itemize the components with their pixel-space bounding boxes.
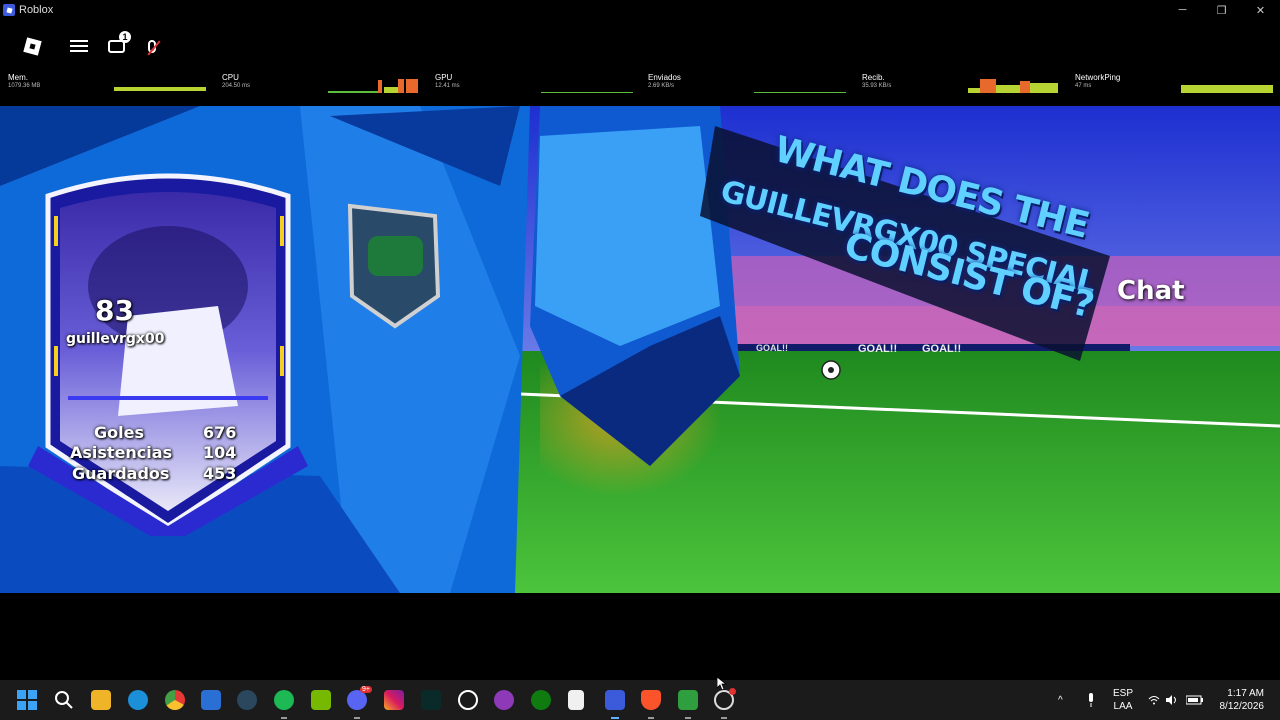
- goal-sign: GOAL!!: [756, 343, 788, 353]
- window-controls: ─ ❐ ✕: [1163, 0, 1280, 20]
- stat-recib[interactable]: Recib. 35.93 KB/s: [862, 73, 1062, 103]
- stat-mem[interactable]: Mem. 204.50 ms 1079.36 MB: [8, 73, 208, 103]
- clock[interactable]: 1:17 AM 8/12/2026: [1216, 687, 1265, 713]
- hamburger-icon: [70, 40, 88, 52]
- ping-graph: [1181, 85, 1273, 93]
- chat-label[interactable]: Chat: [1117, 276, 1185, 306]
- goal-sign: GOAL!!: [922, 343, 962, 355]
- file-explorer-icon[interactable]: [91, 690, 111, 710]
- windows-taskbar: 9+ ^ ESP LAA 1:17 AM 8/12/2026: [0, 680, 1280, 720]
- window-title: Roblox: [19, 4, 54, 16]
- mic-toggle-button[interactable]: [139, 33, 165, 59]
- stat-value-asistencias: 104: [203, 443, 237, 462]
- steam-icon[interactable]: [237, 690, 257, 710]
- app-icon[interactable]: [494, 690, 514, 710]
- search-icon[interactable]: [54, 690, 74, 710]
- running-indicator: [721, 717, 727, 719]
- performance-stats-bar: Mem. 204.50 ms 1079.36 MB CPU 204.50 ms …: [0, 70, 1280, 106]
- roblox-menu-button[interactable]: [19, 33, 45, 59]
- stat-networkping[interactable]: NetworkPing 47 ms: [1075, 73, 1275, 103]
- spotify-icon[interactable]: [274, 690, 294, 710]
- roblox-icon[interactable]: [605, 690, 625, 710]
- language-code: ESP: [1113, 688, 1134, 699]
- discord-badge: 9+: [360, 686, 372, 693]
- terminal-icon[interactable]: [421, 690, 441, 710]
- game-viewport[interactable]: WHAT DOES THE GUILLEVRGX00 SPECIAL CONSI…: [0, 106, 1280, 593]
- running-indicator: [354, 717, 360, 719]
- roblox-logo-icon: [22, 36, 42, 56]
- nvidia-icon[interactable]: [311, 690, 331, 710]
- mouse-cursor: [717, 677, 727, 691]
- window-titlebar: Roblox ─ ❐ ✕: [0, 0, 1280, 20]
- stat-label-asistencias: Asistencias: [70, 443, 173, 462]
- wifi-icon[interactable]: [1148, 680, 1160, 720]
- goal-sign: GOAL!!: [858, 343, 898, 355]
- game-icon[interactable]: [678, 690, 698, 710]
- steelseries-icon[interactable]: [458, 690, 478, 710]
- maximize-button[interactable]: ❐: [1202, 0, 1241, 20]
- microphone-icon[interactable]: [1086, 680, 1096, 720]
- running-indicator: [685, 717, 691, 719]
- windows-start-icon[interactable]: [17, 690, 37, 710]
- letterbox-bottom: [0, 593, 1280, 680]
- brave-icon[interactable]: [641, 690, 661, 710]
- minimize-button[interactable]: ─: [1163, 0, 1202, 20]
- stat-cpu[interactable]: CPU 204.50 ms: [222, 73, 422, 103]
- player-rating: 83: [95, 294, 134, 327]
- stat-value-goles: 676: [203, 423, 237, 442]
- stat-enviados[interactable]: Enviados 2.69 KB/s: [648, 73, 848, 103]
- discord-icon[interactable]: [347, 690, 367, 710]
- running-indicator: [648, 717, 654, 719]
- stat-label-goles: Goles: [94, 423, 144, 442]
- active-indicator: [611, 717, 619, 719]
- edge-icon[interactable]: [128, 690, 148, 710]
- chrome-icon[interactable]: [165, 690, 185, 710]
- clock-date: 8/12/2026: [1219, 701, 1265, 712]
- hamburger-menu-button[interactable]: [66, 33, 92, 59]
- mic-muted-icon: [148, 39, 156, 53]
- xbox-icon[interactable]: [531, 690, 551, 710]
- notepad-icon[interactable]: [568, 690, 584, 710]
- language-indicator[interactable]: ESP LAA: [1113, 687, 1133, 713]
- tray-overflow-button[interactable]: ^: [1058, 680, 1063, 720]
- roblox-topbar: 1: [0, 20, 1280, 70]
- battery-icon[interactable]: [1186, 680, 1204, 720]
- volume-icon[interactable]: [1166, 680, 1178, 720]
- player-username: guillevrgx00: [66, 331, 165, 347]
- instagram-icon[interactable]: [384, 690, 404, 710]
- stat-label-guardados: Guardados: [72, 464, 170, 483]
- cpu-graph: [328, 79, 418, 93]
- chat-toggle-button[interactable]: 1: [103, 31, 131, 59]
- sent-graph: [754, 92, 846, 93]
- mem-graph: [114, 87, 206, 91]
- recv-graph: [968, 79, 1058, 93]
- gpu-graph: [541, 92, 633, 93]
- keyboard-layout: LAA: [1113, 701, 1133, 712]
- roblox-app-icon: [3, 4, 15, 16]
- chat-notification-badge: 1: [119, 31, 131, 43]
- store-icon[interactable]: [201, 690, 221, 710]
- close-button[interactable]: ✕: [1241, 0, 1280, 20]
- running-indicator: [281, 717, 287, 719]
- stat-value-guardados: 453: [203, 464, 237, 483]
- clock-time: 1:17 AM: [1227, 688, 1264, 699]
- recording-dot: [729, 688, 736, 695]
- stat-gpu[interactable]: GPU 12.41 ms: [435, 73, 635, 103]
